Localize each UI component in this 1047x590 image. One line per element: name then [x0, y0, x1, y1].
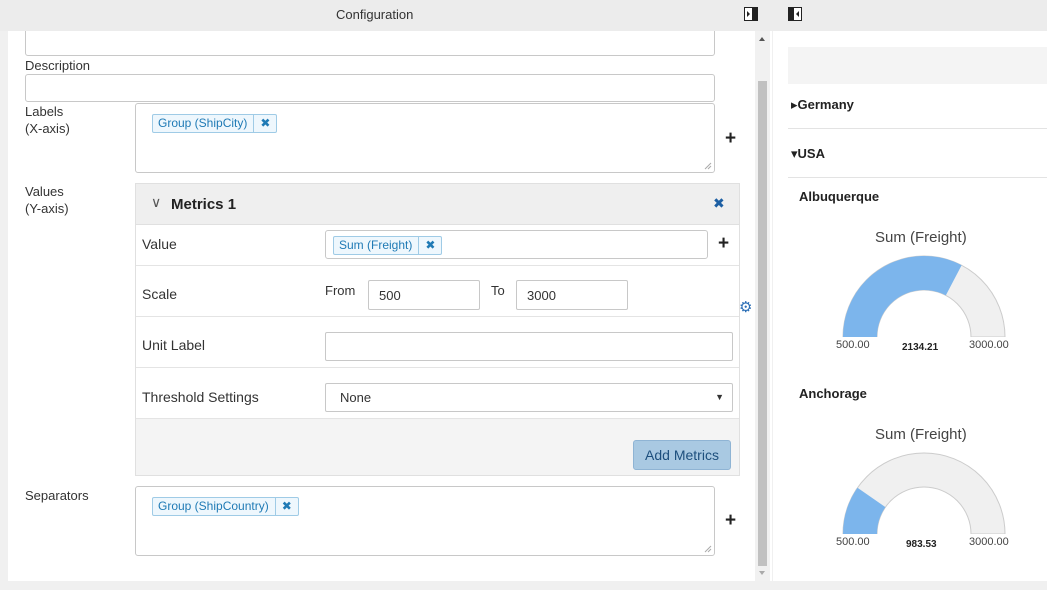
scale-label: Scale [142, 286, 178, 302]
values-y-axis-label: Values (Y-axis) [25, 184, 69, 216]
gauge-min-label: 500.00 [836, 536, 870, 548]
page-title: Configuration [336, 7, 414, 22]
gauge-anchorage [842, 452, 1006, 534]
unit-label-input[interactable] [325, 332, 733, 361]
metrics-header[interactable]: ∨ Metrics 1 ✖ [136, 184, 739, 225]
group-label-germany: ▸Germany [791, 97, 854, 112]
threshold-selected-value: None [340, 390, 372, 405]
value-label: Value [142, 236, 177, 252]
metrics-title: Metrics 1 [171, 196, 237, 213]
preview-toolbar [788, 47, 1047, 84]
dropdown-arrow-icon: ▼ [715, 392, 724, 402]
remove-metrics-icon[interactable]: ✖ [713, 195, 725, 212]
threshold-row: Threshold Settings None ▼ [136, 368, 739, 419]
description-label: Description [25, 58, 91, 73]
threshold-settings-label: Threshold Settings [142, 389, 259, 405]
from-label: From [325, 283, 356, 298]
value-chip-sum-freight: Sum (Freight) ✖ [333, 236, 443, 255]
scroll-down-icon[interactable] [759, 571, 765, 575]
labels-chip-shipcity: Group (ShipCity) ✖ [152, 114, 278, 133]
name-field[interactable] [25, 31, 715, 56]
city-label-anchorage: Anchorage [799, 386, 867, 401]
metrics-panel: ∨ Metrics 1 ✖ Value Sum (Freight) ✖ + Sca… [135, 183, 740, 476]
gear-icon[interactable]: ⚙ [739, 298, 752, 316]
scale-to-input[interactable]: 3000 [516, 280, 628, 310]
scale-from-input[interactable]: 500 [368, 280, 480, 310]
remove-chip-icon[interactable]: ✖ [418, 237, 441, 254]
chip-label: Group (ShipCity) [158, 116, 248, 130]
value-row: Value Sum (Freight) ✖ + [136, 225, 739, 266]
threshold-select[interactable]: None ▼ [325, 383, 733, 412]
description-field[interactable] [25, 74, 715, 102]
gauge-title: Sum (Freight) [875, 229, 967, 246]
scale-row: Scale From 500 To 3000 [136, 266, 739, 317]
unit-label-row: Unit Label [136, 317, 739, 368]
to-label: To [491, 283, 505, 298]
scroll-thumb[interactable] [758, 81, 767, 566]
gauge-fill [843, 255, 962, 337]
chip-label: Sum (Freight) [339, 238, 413, 252]
collapse-left-icon[interactable] [788, 7, 802, 21]
preview-panel: ▸Germany ▾USA Albuquerque Sum (Freight) … [773, 31, 1047, 586]
gauge-value-label: 983.53 [906, 539, 937, 550]
gauge-max-label: 3000.00 [969, 536, 1009, 548]
add-separator-icon[interactable]: + [725, 511, 736, 530]
gauge-min-label: 500.00 [836, 339, 870, 351]
resize-handle-icon[interactable] [704, 545, 712, 553]
labels-x-axis-label: Labels (X-axis) [25, 104, 70, 136]
group-row-usa[interactable]: ▾USA [788, 130, 1047, 178]
group-row-germany[interactable]: ▸Germany [788, 81, 1047, 129]
configuration-header: Configuration [0, 0, 1047, 31]
configuration-panel: Description Labels (X-axis) Group (ShipC… [8, 31, 772, 581]
scroll-up-icon[interactable] [759, 37, 765, 41]
remove-chip-icon[interactable]: ✖ [253, 115, 276, 132]
gauge-albuquerque [842, 255, 1006, 337]
group-label-usa: ▾USA [791, 146, 825, 161]
vertical-scrollbar[interactable] [755, 31, 770, 581]
add-label-icon[interactable]: + [725, 129, 736, 148]
add-value-icon[interactable]: + [718, 234, 729, 253]
chip-label: Group (ShipCountry) [158, 499, 269, 513]
remove-chip-icon[interactable]: ✖ [274, 498, 298, 515]
chevron-down-icon[interactable]: ∨ [151, 194, 161, 211]
gauge-max-label: 3000.00 [969, 339, 1009, 351]
add-metrics-button[interactable]: Add Metrics [633, 440, 731, 470]
unit-label-label: Unit Label [142, 337, 206, 353]
collapse-right-icon[interactable] [744, 7, 758, 21]
separators-label: Separators [25, 488, 89, 503]
city-label-albuquerque: Albuquerque [799, 189, 880, 204]
gauge-title: Sum (Freight) [875, 426, 967, 443]
gauge-value-label: 2134.21 [902, 342, 939, 353]
separators-chip-shipcountry: Group (ShipCountry) ✖ [152, 497, 299, 516]
bottom-strip [0, 581, 1047, 590]
resize-handle-icon[interactable] [704, 162, 712, 170]
